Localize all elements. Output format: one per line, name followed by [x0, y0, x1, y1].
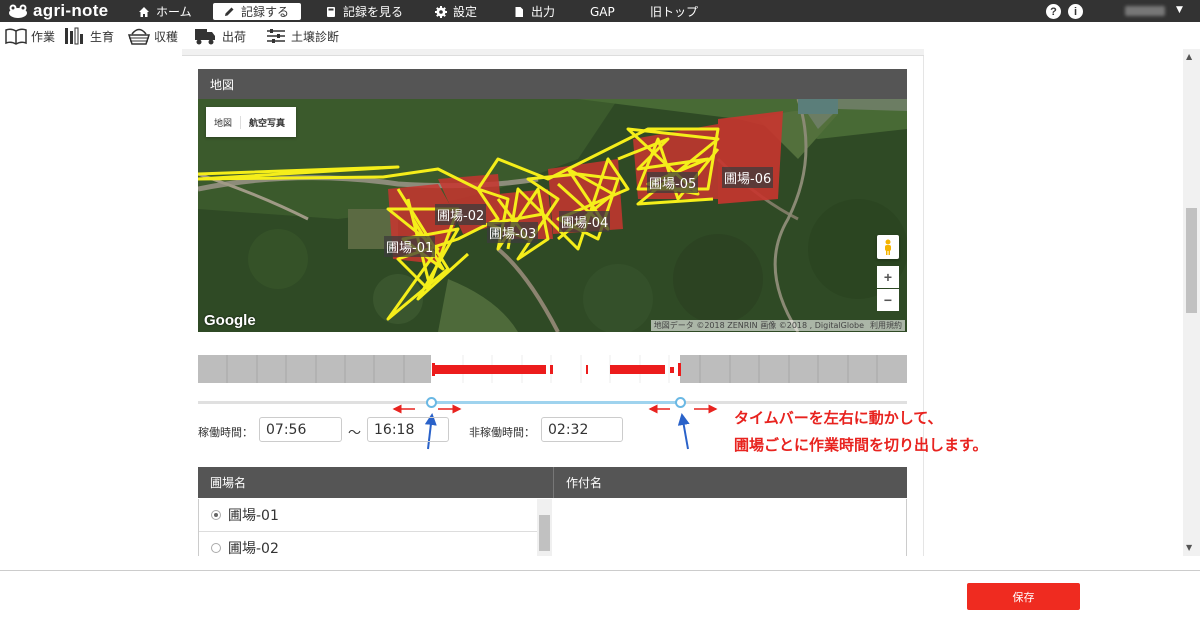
subnav-harvest[interactable]: 収穫	[128, 25, 178, 47]
field-label-05[interactable]: 圃場-05	[647, 172, 699, 193]
field-list-scroll-thumb[interactable]	[539, 515, 550, 551]
nav-record-label: 記録する	[241, 5, 290, 19]
content-top-edge	[182, 49, 924, 56]
info-icon[interactable]: i	[1068, 4, 1083, 19]
subnav-work[interactable]: 作業	[5, 25, 55, 47]
user-name-blurred[interactable]	[1125, 6, 1165, 16]
map-section-title: 地図	[210, 77, 235, 92]
nav-view-records[interactable]: 記録を見る	[315, 3, 413, 20]
field-name-column-header: 圃場名	[198, 467, 553, 498]
field-label-06[interactable]: 圃場-06	[722, 167, 774, 188]
truck-icon	[195, 29, 215, 45]
time-bar[interactable]	[198, 355, 907, 383]
zoom-in-button[interactable]: +	[877, 266, 899, 288]
field-label-02[interactable]: 圃場-02	[435, 204, 487, 225]
nav-home-label: ホーム	[156, 5, 192, 19]
subnav-soil-label: 土壌診断	[291, 29, 340, 44]
map-section-header: 地図	[198, 69, 907, 99]
field-label-03[interactable]: 圃場-03	[487, 222, 539, 243]
satellite-imagery	[198, 99, 907, 332]
idle-time-label: 非稼働時間：	[469, 426, 535, 439]
field-row-02[interactable]: 圃場-02	[199, 532, 551, 556]
home-icon	[139, 6, 149, 17]
nav-view-records-label: 記録を見る	[343, 5, 404, 19]
chevron-down-icon[interactable]: ▼	[1176, 5, 1183, 15]
subnav-work-label: 作業	[31, 29, 56, 44]
crop-list	[552, 499, 907, 556]
satellite-map[interactable]: 地図 航空写真 圃場-01 圃場-02 圃場-03 圃場-04 圃場-05 圃場…	[198, 99, 907, 332]
gear-icon	[435, 5, 447, 18]
basket-icon	[128, 28, 150, 45]
nav-old-top[interactable]: 旧トップ	[640, 3, 708, 20]
record-subnav: 作業 生育 収穫 出荷 土壌診断	[0, 22, 1200, 49]
field-row-label: 圃場-01	[228, 508, 279, 524]
field-row-01[interactable]: 圃場-01	[199, 499, 551, 532]
field-name-header-label: 圃場名	[210, 476, 247, 490]
map-type-map[interactable]: 地図	[206, 116, 240, 129]
subnav-growth-label: 生育	[90, 29, 115, 44]
subnav-shipping-label: 出荷	[222, 29, 247, 44]
subnav-shipping[interactable]: 出荷	[192, 25, 246, 47]
field-radio-01[interactable]	[211, 510, 221, 520]
idle-time-input[interactable]: 02:32	[541, 417, 623, 442]
save-button[interactable]: 保存	[967, 583, 1080, 610]
subnav-soil[interactable]: 土壌診断	[265, 25, 339, 47]
working-time-label: 稼働時間：	[198, 426, 253, 439]
pencil-icon	[225, 7, 234, 16]
map-attribution: 地図データ ©2018 ZENRIN 画像 ©2018 , DigitalGlo…	[650, 320, 905, 331]
frame-bottom-spacer	[0, 556, 1200, 570]
field-label-01[interactable]: 圃場-01	[384, 236, 436, 257]
map-terms-link[interactable]: 利用規約	[870, 320, 902, 331]
time-bar-segments	[226, 355, 878, 383]
zoom-out-button[interactable]: −	[877, 289, 899, 311]
app-logo[interactable]: agri-note	[8, 1, 108, 21]
frog-icon	[9, 4, 27, 18]
nav-old-top-label: 旧トップ	[650, 5, 699, 19]
nav-home[interactable]: ホーム	[128, 3, 202, 20]
help-icon[interactable]: ?	[1046, 4, 1061, 19]
field-label-04[interactable]: 圃場-04	[559, 211, 611, 232]
map-attribution-text: 地図データ ©2018 ZENRIN 画像 ©2018 , DigitalGlo…	[653, 321, 864, 330]
annotation-line-1: タイムバーを左右に動かして、	[734, 409, 943, 427]
nav-export-label: 出力	[531, 5, 556, 19]
bars-icon	[65, 27, 83, 45]
subnav-growth[interactable]: 生育	[64, 25, 114, 47]
scroll-down-icon[interactable]: ▼	[1186, 543, 1192, 552]
working-start-input[interactable]: 07:56	[259, 417, 342, 442]
nav-gap-label: GAP	[590, 4, 615, 19]
nav-record[interactable]: 記録する	[213, 3, 301, 20]
page-scroll-thumb[interactable]	[1186, 208, 1197, 313]
book-icon	[327, 6, 335, 17]
map-type-toggle: 地図 航空写真	[206, 107, 296, 137]
time-range-separator: 〜	[348, 426, 362, 441]
logo-text: agri-note	[33, 1, 109, 20]
field-radio-02[interactable]	[211, 543, 221, 553]
crop-name-column-header: 作付名	[553, 467, 907, 498]
working-end-input[interactable]: 16:18	[367, 417, 449, 442]
nav-settings-label: 設定	[453, 5, 478, 19]
book-open-icon	[5, 28, 27, 45]
subnav-harvest-label: 収穫	[154, 29, 179, 44]
street-view-pegman-icon[interactable]	[877, 235, 899, 259]
nav-export[interactable]: 出力	[503, 3, 565, 20]
google-logo: Google	[204, 312, 256, 329]
nav-settings[interactable]: 設定	[425, 3, 487, 20]
sliders-icon	[267, 29, 285, 43]
map-type-satellite[interactable]: 航空写真	[240, 115, 293, 129]
scroll-up-icon[interactable]: ▲	[1186, 52, 1192, 61]
annotation-line-2: 圃場ごとに作業時間を切り出します。	[734, 436, 988, 454]
top-navigation: agri-note ホーム 記録する 記録を見る 設定 出力 GAP 旧トップ …	[0, 0, 1200, 22]
document-icon	[515, 6, 523, 17]
nav-gap[interactable]: GAP	[580, 3, 625, 20]
field-row-label: 圃場-02	[228, 541, 279, 556]
field-list: 圃場-01 圃場-02	[198, 499, 552, 556]
crop-name-header-label: 作付名	[566, 476, 603, 490]
